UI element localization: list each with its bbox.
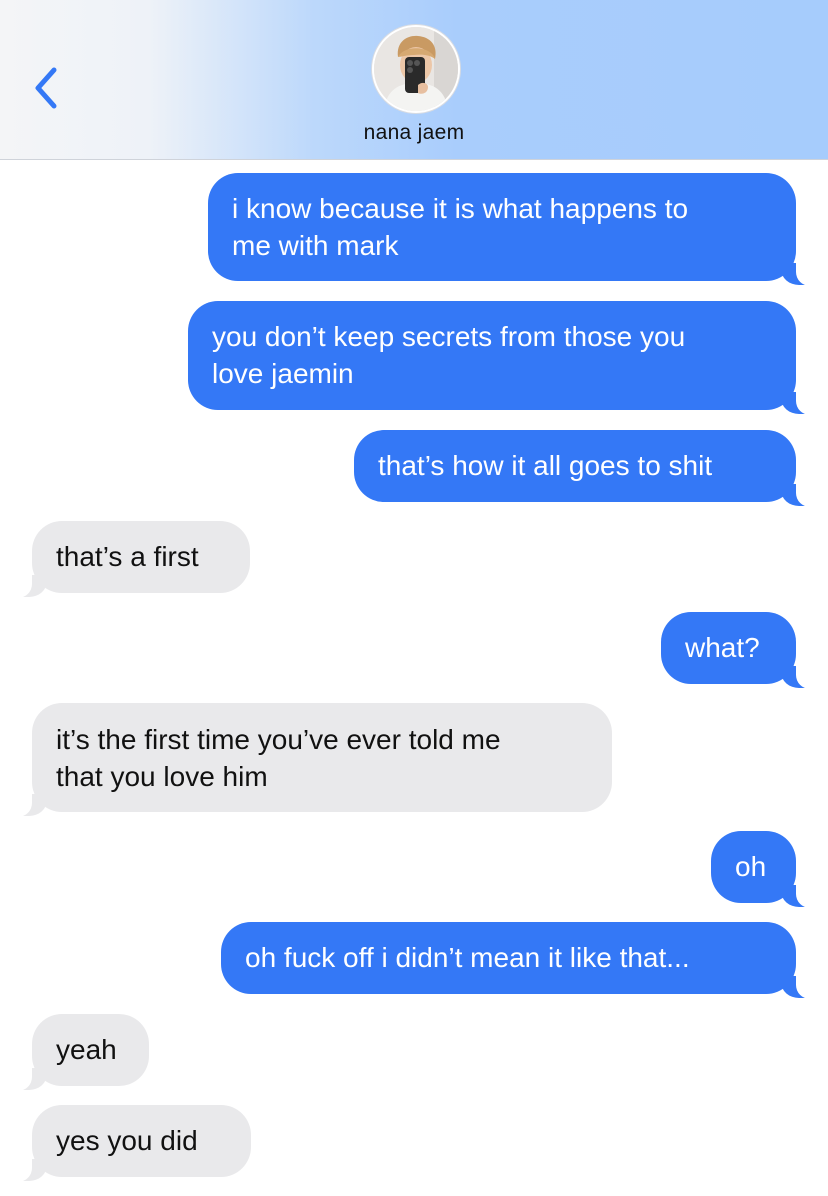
message-line: i know because it is what happens to	[232, 193, 689, 224]
contact-avatar[interactable]	[372, 25, 460, 113]
message-line: yes you did	[56, 1125, 198, 1156]
message-line: love jaemin	[212, 358, 354, 389]
message-line: it’s the first time you’ve ever told me	[56, 724, 501, 755]
message-line: oh	[735, 851, 767, 882]
message-line: that’s a first	[56, 541, 199, 572]
message-bubble-sent[interactable]: oh fuck off i didn’t mean it like that..…	[221, 922, 818, 999]
message-line: that’s how it all goes to shit	[378, 450, 713, 481]
message-line: oh fuck off i didn’t mean it like that..…	[245, 942, 690, 973]
message-bubble-received[interactable]: yeah	[10, 1014, 149, 1091]
message-line: that you love him	[56, 761, 268, 792]
back-button[interactable]	[22, 62, 70, 114]
chevron-left-icon	[35, 67, 57, 109]
conversation-header: nana jaem	[0, 0, 828, 160]
message-bubble-received[interactable]: that’s a first	[10, 521, 250, 598]
contact-name[interactable]: nana jaem	[0, 121, 828, 145]
message-line: you don’t keep secrets from those you	[212, 321, 686, 352]
avatar-photo	[374, 27, 458, 111]
message-line: what?	[685, 632, 760, 663]
message-bubble-sent[interactable]: i know because it is what happens to me …	[208, 173, 818, 286]
message-bubble-sent[interactable]: oh	[711, 831, 818, 908]
message-bubble-sent[interactable]: you don’t keep secrets from those you lo…	[188, 301, 818, 415]
message-bubble-received[interactable]: it’s the first time you’ve ever told me …	[10, 703, 612, 817]
message-bubble-sent[interactable]: that’s how it all goes to shit	[354, 430, 818, 507]
message-bubble-sent[interactable]: what?	[661, 612, 818, 689]
message-bubble-received[interactable]: yes you did	[10, 1105, 251, 1182]
message-line: yeah	[56, 1034, 117, 1065]
message-line: me with mark	[232, 230, 399, 261]
